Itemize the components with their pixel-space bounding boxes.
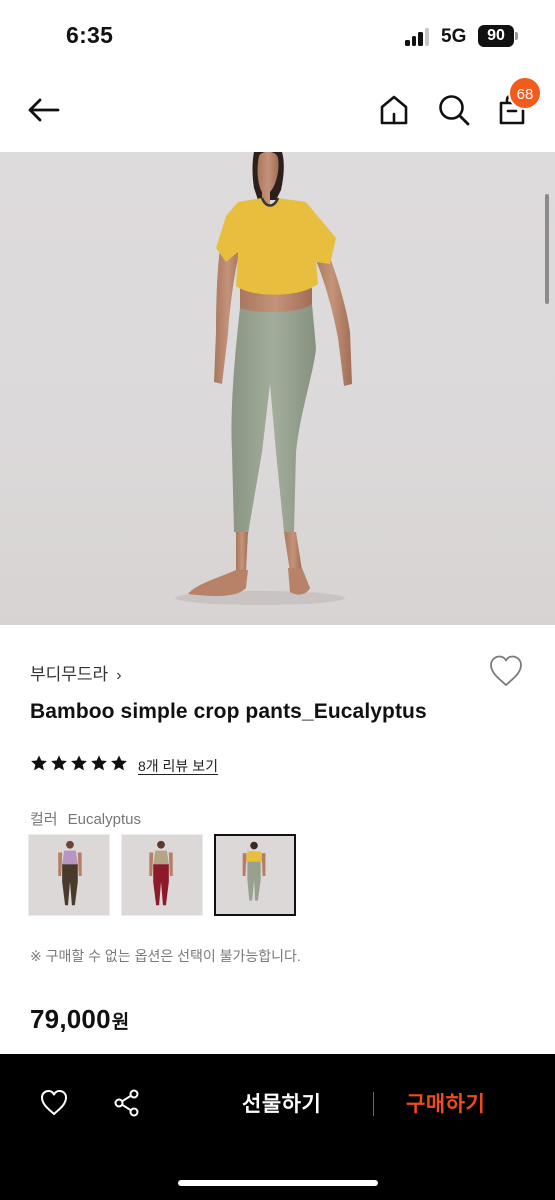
product-image[interactable] — [0, 152, 555, 625]
battery-icon: 90 — [478, 25, 514, 47]
rating-stars — [30, 754, 128, 776]
star-icon — [31, 755, 47, 771]
share-icon[interactable] — [112, 1088, 142, 1118]
heart-icon[interactable] — [39, 1088, 69, 1118]
button-divider — [373, 1092, 374, 1116]
swatch-model-image — [242, 841, 266, 901]
price-value: 79,000 — [30, 1004, 111, 1034]
color-swatch-burgundy[interactable] — [121, 834, 203, 916]
status-time: 6:35 — [66, 22, 114, 48]
bottom-action-bar: 선물하기 구매하기 — [0, 1054, 555, 1200]
star-icon — [51, 755, 67, 771]
back-arrow-icon[interactable] — [26, 92, 62, 128]
image-scroll-indicator — [545, 194, 549, 304]
search-icon[interactable] — [436, 92, 472, 128]
color-swatch-eucalyptus[interactable] — [214, 834, 296, 916]
color-swatches — [28, 834, 296, 916]
swatch-model-image — [149, 840, 173, 906]
cellular-signal-icon — [405, 28, 431, 46]
brand-name[interactable]: 부디무드라 — [30, 665, 108, 684]
home-indicator — [178, 1180, 378, 1186]
home-icon[interactable] — [376, 92, 412, 128]
price-unit: 원 — [111, 1012, 130, 1033]
star-icon — [91, 755, 107, 771]
network-type: 5G — [441, 26, 467, 47]
buy-button[interactable]: 구매하기 — [406, 1088, 485, 1118]
wishlist-heart-icon[interactable] — [488, 654, 524, 688]
gift-button[interactable]: 선물하기 — [242, 1088, 321, 1118]
top-nav-bar: 68 — [0, 72, 555, 150]
review-link[interactable]: 8개 리뷰 보기 — [138, 756, 218, 776]
option-label: 컬러 — [30, 811, 58, 828]
swatch-model-image — [58, 840, 82, 906]
star-icon — [111, 755, 127, 771]
status-bar: 6:35 5G 90 — [0, 0, 555, 72]
option-value: Eucalyptus — [67, 811, 141, 828]
color-option-label: 컬러 Eucalyptus — [30, 808, 141, 829]
cart-count-badge: 68 — [508, 76, 542, 110]
battery-nub — [515, 32, 518, 40]
price: 79,000원 — [30, 1004, 129, 1035]
option-notice: ※ 구매할 수 없는 옵션은 선택이 불가능합니다. — [30, 948, 301, 964]
chevron-right-icon: › — [116, 667, 122, 684]
product-title: Bamboo simple crop pants_Eucalyptus — [30, 700, 427, 723]
star-icon — [71, 755, 87, 771]
model-photo — [175, 152, 352, 605]
brand-link[interactable]: 부디무드라 › — [30, 660, 122, 685]
color-swatch-brown[interactable] — [28, 834, 110, 916]
